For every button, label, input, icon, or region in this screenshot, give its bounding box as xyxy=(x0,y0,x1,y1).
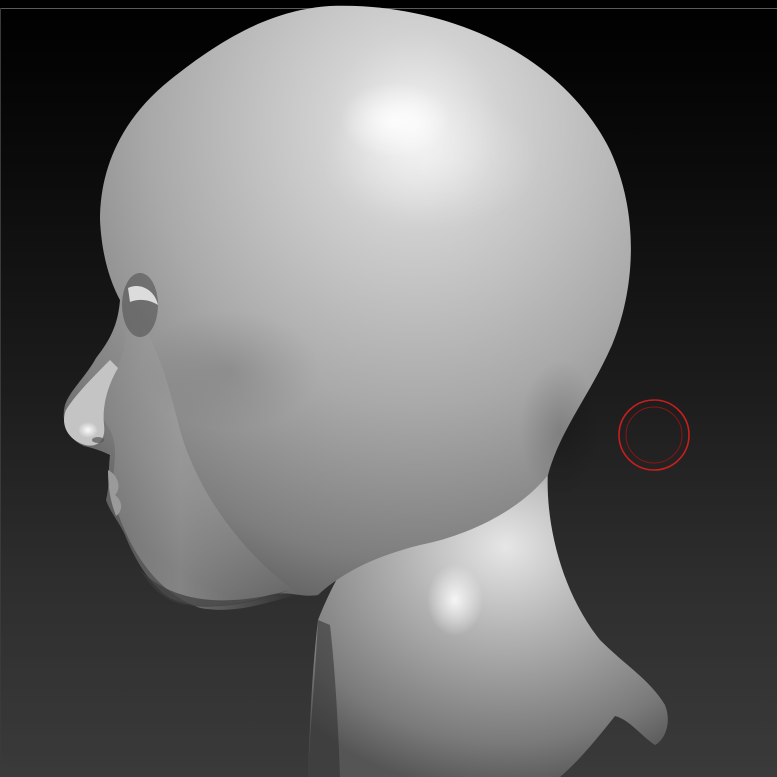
neck-highlight xyxy=(427,564,483,636)
nostril xyxy=(92,437,104,443)
nose-highlight xyxy=(78,422,98,438)
brush-inner-ring xyxy=(625,406,683,464)
brush-circle-cursor-icon[interactable] xyxy=(617,398,691,472)
temple-shadow xyxy=(140,310,320,430)
occipital-shadow xyxy=(520,360,600,500)
skull-highlight-soft xyxy=(320,90,540,230)
eye-socket xyxy=(122,273,158,337)
head-model-canvas[interactable] xyxy=(0,0,777,777)
brush-outer-ring xyxy=(618,399,690,471)
sculpt-viewport[interactable] xyxy=(0,0,777,777)
